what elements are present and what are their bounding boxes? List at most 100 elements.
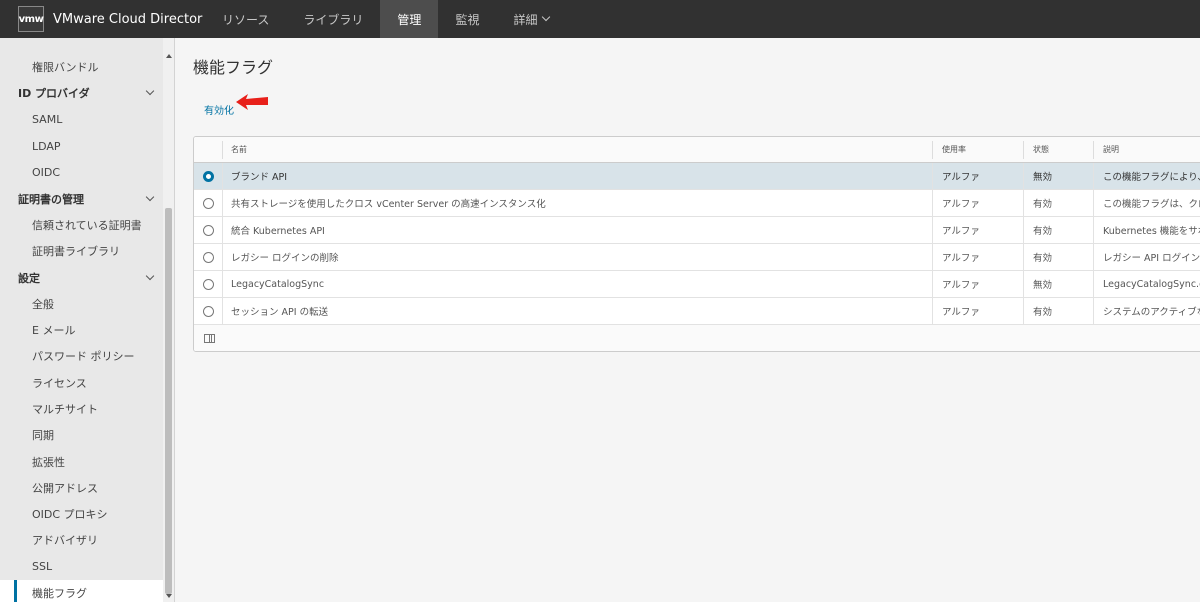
nav-monitor[interactable]: 監視: [438, 0, 496, 38]
row-select-cell: [194, 190, 222, 216]
sidebar-item-2[interactable]: SAML: [0, 107, 163, 133]
sidebar-item-label: OIDC プロキシ: [32, 508, 108, 522]
cell-name: レガシー ログインの削除: [222, 244, 932, 270]
sidebar-item-20[interactable]: 機能フラグ: [0, 579, 163, 602]
row-radio-button[interactable]: [202, 305, 214, 317]
sidebar: 権限バンドル ID プロバイダ SAML LDAP OIDC 証明書の管理信頼されている証…: [0, 38, 175, 602]
page-title: 機能フラグ: [193, 58, 274, 77]
annotation-arrow-icon: [236, 94, 268, 110]
cell-state: 無効: [1023, 271, 1093, 297]
cell-usage: アルファ: [932, 163, 1023, 189]
cell-name: ブランド API: [222, 163, 932, 189]
sidebar-item-label: 拡張性: [32, 455, 65, 469]
row-select-cell: [194, 271, 222, 297]
enable-button[interactable]: 有効化: [204, 102, 234, 117]
row-radio-button[interactable]: [202, 278, 214, 290]
cell-usage: アルファ: [932, 217, 1023, 243]
sidebar-item-18[interactable]: アドバイザリ: [0, 527, 163, 553]
grid-header: 名前 使用率 状態 説明: [194, 137, 1200, 163]
sidebar-item-7[interactable]: 証明書ライブラリ: [0, 238, 163, 264]
table-row[interactable]: 共有ストレージを使用したクロス vCenter Server の高速インスタンス…: [194, 190, 1200, 217]
sidebar-scrollbar[interactable]: [163, 38, 174, 602]
sidebar-item-label: 公開アドレス: [32, 481, 98, 495]
column-header-name[interactable]: 名前: [222, 140, 932, 159]
sidebar-item-label: 全般: [32, 297, 54, 311]
sidebar-item-16[interactable]: 公開アドレス: [0, 475, 163, 501]
cell-usage: アルファ: [932, 190, 1023, 216]
column-header-usage[interactable]: 使用率: [932, 140, 1023, 159]
row-select-cell: [194, 163, 222, 189]
sidebar-item-15[interactable]: 拡張性: [0, 448, 163, 474]
sidebar-item-19[interactable]: SSL: [0, 554, 163, 580]
sidebar-item-label: ID プロバイダ: [18, 87, 90, 101]
row-radio-button[interactable]: [202, 224, 214, 236]
sidebar-item-label: 権限バンドル: [32, 61, 99, 75]
sidebar-group-5[interactable]: 証明書の管理: [0, 185, 163, 211]
sidebar-item-9[interactable]: 全般: [0, 291, 163, 317]
top-header: vmw VMware Cloud Director リソース ライブラリ 管理 …: [0, 0, 1200, 38]
cell-state: 有効: [1023, 217, 1093, 243]
sidebar-item-label: 証明書の管理: [18, 192, 84, 206]
cell-name: LegacyCatalogSync: [222, 271, 932, 297]
sidebar-item-6[interactable]: 信頼されている証明書: [0, 212, 163, 238]
table-row[interactable]: セッション API の転送 アルファ 有効 システムのアクティブな: [194, 298, 1200, 325]
feature-flags-grid: 名前 使用率 状態 説明 ブランド API アルファ 無効 この機能フラグにより、 共有…: [193, 136, 1200, 352]
cell-description: Kubernetes 機能をサポ: [1093, 217, 1200, 243]
cell-state: 有効: [1023, 244, 1093, 270]
table-row[interactable]: ブランド API アルファ 無効 この機能フラグにより、: [194, 163, 1200, 190]
row-radio-button[interactable]: [202, 197, 214, 209]
sidebar-item-10[interactable]: E メール: [0, 317, 163, 343]
row-radio-button[interactable]: [202, 251, 214, 263]
sidebar-item-17[interactable]: OIDC プロキシ: [0, 501, 163, 527]
cell-state: 有効: [1023, 298, 1093, 324]
cell-name: 共有ストレージを使用したクロス vCenter Server の高速インスタンス…: [222, 190, 932, 216]
sidebar-item-label: マルチサイト: [32, 403, 98, 416]
nav-libraries[interactable]: ライブラリ: [286, 0, 380, 38]
cell-usage: アルファ: [932, 298, 1023, 324]
column-header-description[interactable]: 説明: [1093, 140, 1200, 159]
cell-state: 無効: [1023, 163, 1093, 189]
nav-administration[interactable]: 管理: [380, 0, 439, 38]
column-header-state[interactable]: 状態: [1023, 140, 1093, 159]
chevron-down-icon[interactable]: [145, 192, 155, 201]
column-toggle-icon[interactable]: [204, 333, 215, 343]
row-select-cell: [194, 298, 222, 324]
nav-more[interactable]: 詳細: [496, 0, 566, 38]
grid-body: ブランド API アルファ 無効 この機能フラグにより、 共有ストレージを使用したクロス…: [194, 163, 1200, 325]
sidebar-item-11[interactable]: パスワード ポリシー: [0, 343, 163, 369]
brand[interactable]: vmw VMware Cloud Director: [0, 0, 205, 38]
row-radio-button[interactable]: [202, 170, 214, 182]
scroll-down-arrow-icon[interactable]: [166, 594, 172, 598]
sidebar-item-label: 設定: [18, 271, 40, 285]
sidebar-item-13[interactable]: マルチサイト: [0, 396, 163, 422]
sidebar-item-label: LDAP: [32, 139, 61, 153]
sidebar-list: 権限バンドル ID プロバイダ SAML LDAP OIDC 証明書の管理信頼されている証…: [0, 54, 163, 602]
sidebar-group-1[interactable]: ID プロバイダ: [0, 80, 163, 106]
sidebar-item-label: アドバイザリ: [32, 534, 98, 548]
nav-libraries-label: ライブラリ: [303, 12, 364, 27]
table-row[interactable]: 統合 Kubernetes API アルファ 有効 Kubernetes 機能をサポ: [194, 217, 1200, 244]
sidebar-item-0[interactable]: 権限バンドル: [0, 54, 163, 80]
sidebar-item-12[interactable]: ライセンス: [0, 370, 163, 396]
table-row[interactable]: レガシー ログインの削除 アルファ 有効 レガシー API ログイン(: [194, 244, 1200, 271]
app-title: VMware Cloud Director: [53, 11, 203, 27]
scroll-thumb[interactable]: [165, 208, 172, 594]
sidebar-item-4[interactable]: OIDC: [0, 159, 163, 185]
chevron-down-icon: [542, 12, 551, 22]
sidebar-item-14[interactable]: 同期: [0, 422, 163, 448]
sidebar-item-label: E メール: [32, 324, 76, 338]
sidebar-item-label: パスワード ポリシー: [32, 350, 135, 364]
grid-footer: [194, 325, 1200, 351]
table-row[interactable]: LegacyCatalogSync アルファ 無効 LegacyCatalogSync…: [194, 271, 1200, 298]
sidebar-group-8[interactable]: 設定: [0, 264, 163, 290]
main-content: 機能フラグ 有効化 名前 使用率 状態 説明 ブランド API アルファ 無効 この機…: [176, 38, 1200, 602]
cell-description: レガシー API ログイン(: [1093, 244, 1200, 270]
sidebar-item-label: 証明書ライブラリ: [32, 245, 120, 259]
nav-resources-label: リソース: [222, 12, 270, 27]
chevron-down-icon[interactable]: [145, 87, 155, 96]
scroll-up-arrow-icon[interactable]: [166, 54, 172, 58]
chevron-down-icon[interactable]: [145, 271, 155, 280]
cell-usage: アルファ: [932, 271, 1023, 297]
nav-resources[interactable]: リソース: [205, 0, 286, 38]
sidebar-item-3[interactable]: LDAP: [0, 133, 163, 159]
